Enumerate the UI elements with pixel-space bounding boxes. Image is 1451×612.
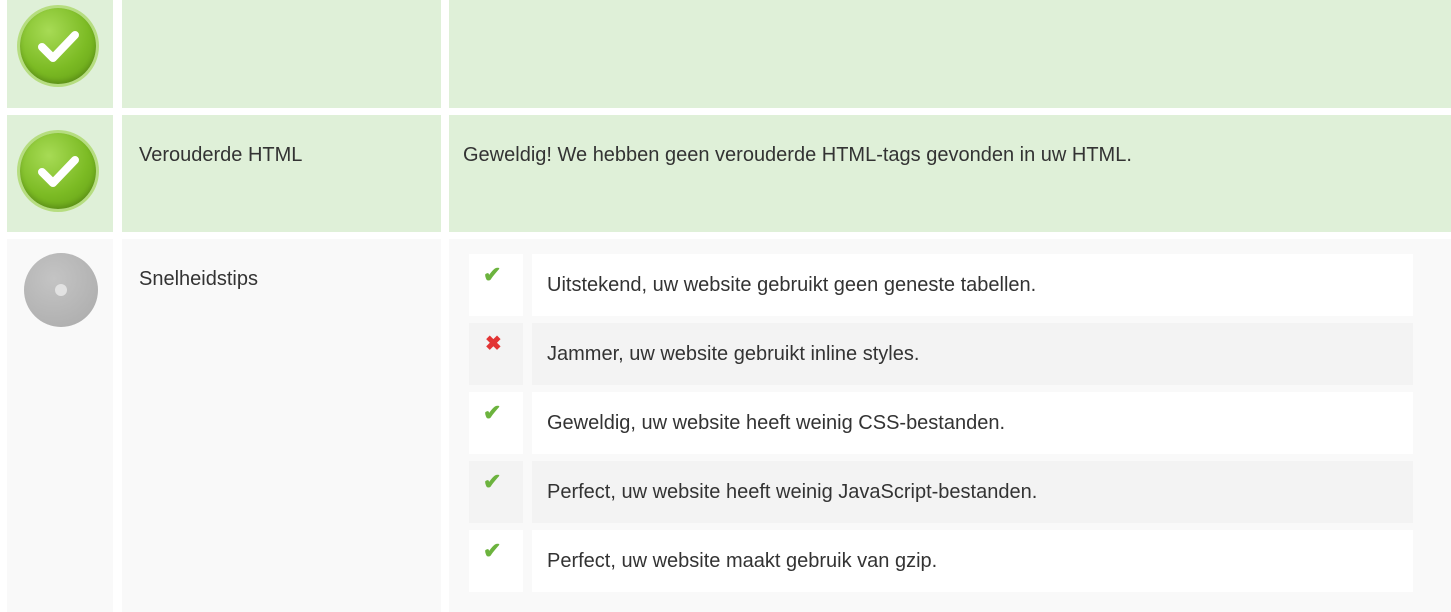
- tip-text: Geweldig, uw website heeft weinig CSS-be…: [532, 392, 1413, 454]
- label-cell: Verouderde HTML: [122, 115, 441, 232]
- list-item: ✖ Jammer, uw website gebruikt inline sty…: [469, 323, 1413, 385]
- check-circle-icon: [20, 8, 96, 84]
- row-content: Geweldig! We hebben geen verouderde HTML…: [463, 144, 1132, 166]
- list-item: ✔ Geweldig, uw website heeft weinig CSS-…: [469, 392, 1413, 454]
- content-cell: [449, 0, 1451, 108]
- neutral-dot: [55, 284, 67, 296]
- list-item: ✔ Perfect, uw website heeft weinig JavaS…: [469, 461, 1413, 523]
- row-label: Snelheidstips: [139, 268, 258, 290]
- list-item: ✔ Uitstekend, uw website gebruikt geen g…: [469, 254, 1413, 316]
- tip-text: Perfect, uw website maakt gebruik van gz…: [532, 530, 1413, 592]
- content-cell: ✔ Uitstekend, uw website gebruikt geen g…: [449, 239, 1451, 612]
- result-row-deprecated-html: Verouderde HTML Geweldig! We hebben geen…: [0, 115, 1451, 232]
- list-item: ✔ Perfect, uw website maakt gebruik van …: [469, 530, 1413, 592]
- cross-icon: ✖: [485, 333, 502, 355]
- status-cell: [7, 0, 113, 108]
- row-label: Verouderde HTML: [139, 144, 303, 166]
- checkmark-icon: ✔: [483, 469, 502, 494]
- label-cell: [122, 0, 441, 108]
- checkmark-icon: ✔: [483, 400, 502, 425]
- status-cell: [7, 115, 113, 232]
- check-circle-icon: [20, 133, 96, 209]
- neutral-circle-icon: [24, 253, 98, 327]
- tip-text: Jammer, uw website gebruikt inline style…: [532, 323, 1413, 385]
- content-cell: Geweldig! We hebben geen verouderde HTML…: [449, 115, 1451, 232]
- tip-text: Uitstekend, uw website gebruikt geen gen…: [532, 254, 1413, 316]
- result-row-1: [0, 0, 1451, 108]
- speed-tips-list: ✔ Uitstekend, uw website gebruikt geen g…: [469, 254, 1413, 599]
- checkmark-icon: ✔: [483, 538, 502, 563]
- result-row-speed-tips: Snelheidstips ✔ Uitstekend, uw website g…: [0, 239, 1451, 612]
- tip-text: Perfect, uw website heeft weinig JavaScr…: [532, 461, 1413, 523]
- label-cell: Snelheidstips: [122, 239, 441, 612]
- checkmark-icon: ✔: [483, 262, 502, 287]
- status-cell: [7, 239, 113, 612]
